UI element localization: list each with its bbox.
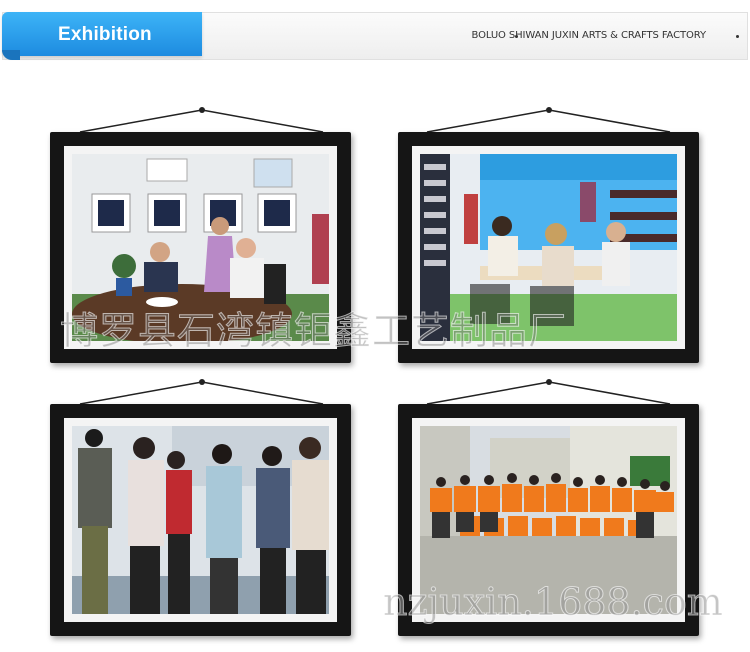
staff-group-photo	[72, 426, 329, 614]
team-outdoor-photo	[420, 426, 677, 614]
photo-frame-showroom	[398, 132, 699, 363]
bullet-icon	[736, 35, 739, 38]
meeting-room-photo	[72, 154, 329, 341]
photo-frame-staff	[50, 404, 351, 636]
section-title: Exhibition	[58, 24, 152, 45]
showroom-photo	[420, 154, 677, 341]
photo-frame-meeting	[50, 132, 351, 363]
company-name: BOLUO SHIWAN JUXIN ARTS & CRAFTS FACTORY	[471, 30, 706, 41]
photo-frame-team	[398, 404, 699, 636]
